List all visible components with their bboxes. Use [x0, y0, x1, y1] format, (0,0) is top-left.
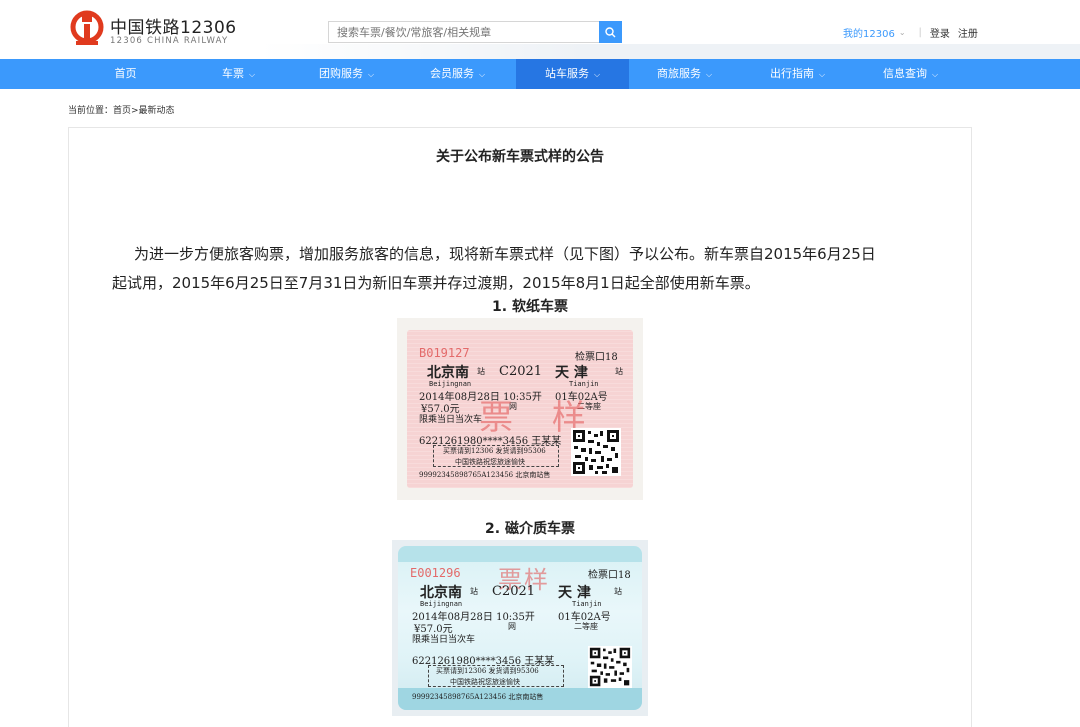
my-account-link[interactable]: 我的12306	[843, 25, 895, 40]
chevron-down-icon: ⌵	[593, 70, 601, 79]
nav-label: 站车服务	[544, 67, 589, 80]
ticket-seat-class: 二等座	[574, 622, 598, 631]
search-icon	[605, 26, 616, 37]
ticket-station-suffix: 站	[615, 367, 623, 376]
ticket-serial: B019127	[419, 346, 470, 360]
ticket-station-suffix: 站	[614, 587, 622, 596]
ticket-serial: E001296	[410, 566, 461, 580]
ticket-limit: 限乘当日当次车	[412, 635, 476, 645]
nav-label: 商旅服务	[656, 67, 701, 80]
qr-code-icon	[571, 428, 621, 476]
paper-ticket: B019127 检票口18 北京南 站 C2021 天 津 站 Beijingn…	[407, 330, 633, 488]
ticket-to-pinyin: Tianjin	[572, 600, 602, 608]
search-button[interactable]	[599, 21, 622, 43]
search-input[interactable]	[328, 21, 600, 43]
site-header: 中国铁路12306 12306 CHINA RAILWAY 我的12306 ⌄ …	[0, 0, 1080, 59]
paper-ticket-image: B019127 检票口18 北京南 站 C2021 天 津 站 Beijingn…	[397, 318, 643, 500]
chevron-down-icon[interactable]: ⌄	[899, 28, 906, 37]
ticket-train: C2021	[492, 584, 536, 599]
main-nav: 首页 车票 ⌵ 团购服务 ⌵ 会员服务 ⌵ 站车服务 ⌵ 商旅服务 ⌵ 出行指南 ⌵ 信息查…	[0, 59, 1080, 89]
ticket-notice: 买票请到12306 发货请到95306	[436, 667, 539, 675]
ticket-from-pinyin: Beijingnan	[420, 600, 463, 608]
ticket-to: 天 津	[555, 365, 588, 381]
chevron-down-icon: ⌵	[705, 70, 713, 79]
nav-item-home[interactable]: 首页	[69, 59, 182, 89]
ticket-from: 北京南	[427, 365, 469, 381]
caption-magnetic-ticket: 2. 磁介质车票	[485, 521, 575, 537]
ticket-gate: 检票口18	[575, 352, 618, 363]
nav-label: 会员服务	[429, 67, 474, 80]
top-links: 我的12306 ⌄ | 登录 注册	[843, 25, 978, 40]
nav-label: 信息查询	[882, 67, 927, 80]
ticket-limit: 限乘当日当次车	[419, 415, 483, 425]
nav-label: 首页	[114, 67, 137, 80]
nav-label: 团购服务	[318, 67, 363, 80]
qr-code-icon	[588, 646, 632, 688]
railway-logo-icon[interactable]	[68, 10, 106, 48]
nav-item-station[interactable]: 站车服务 ⌵	[516, 59, 629, 89]
chevron-down-icon: ⌵	[931, 70, 939, 79]
brand-name: 中国铁路12306	[110, 18, 237, 38]
paragraph-line: 为进一步方便旅客购票，增加服务旅客的信息，现将新车票式样（见下图）予以公布。新车…	[134, 245, 876, 263]
article-title: 关于公布新车票式样的公告	[436, 149, 604, 165]
nav-label: 车票	[221, 67, 244, 80]
breadcrumb: 当前位置：首页>最新动态	[68, 106, 175, 116]
nav-label: 出行指南	[769, 67, 814, 80]
login-link[interactable]: 登录	[930, 25, 950, 40]
ticket-train: C2021	[499, 364, 543, 379]
nav-item-query[interactable]: 信息查询 ⌵	[854, 59, 967, 89]
chevron-down-icon: ⌵	[367, 70, 375, 79]
paragraph-line: 起试用，2015年6月25日至7月31日为新旧车票并存过渡期，2015年8月1日…	[112, 274, 760, 292]
nav-item-business[interactable]: 商旅服务 ⌵	[628, 59, 741, 89]
chevron-down-icon: ⌵	[818, 70, 826, 79]
ticket-station-suffix: 站	[470, 587, 478, 596]
register-link[interactable]: 注册	[958, 25, 978, 40]
nav-item-guide[interactable]: 出行指南 ⌵	[741, 59, 854, 89]
ticket-notice: 中国铁路祝您旅途愉快	[455, 458, 525, 466]
ticket-from: 北京南	[420, 585, 462, 601]
ticket-notice: 买票请到12306 发货请到95306	[443, 447, 546, 455]
ticket-car-class: 网	[508, 622, 516, 631]
brand-english: 12306 CHINA RAILWAY	[110, 36, 229, 46]
article-body: 为进一步方便旅客购票，增加服务旅客的信息，现将新车票式样（见下图）予以公布。新车…	[112, 240, 932, 298]
nav-item-group[interactable]: 团购服务 ⌵	[290, 59, 403, 89]
ticket-station-suffix: 站	[477, 367, 485, 376]
caption-paper-ticket: 1. 软纸车票	[492, 299, 568, 315]
ticket-from-pinyin: Beijingnan	[429, 380, 472, 388]
ticket-notice: 中国铁路祝您旅途愉快	[450, 678, 520, 686]
magnetic-ticket-image: E001296 检票口18 票样 北京南 站 C2021 天 津 站 Beiji…	[392, 540, 648, 716]
nav-item-member[interactable]: 会员服务 ⌵	[401, 59, 514, 89]
divider: |	[918, 27, 922, 38]
chevron-down-icon: ⌵	[478, 70, 486, 79]
ticket-code: 99992345898765A123456 北京南站售	[419, 471, 551, 479]
header-decoration	[260, 44, 1080, 59]
chevron-down-icon: ⌵	[248, 70, 256, 79]
ticket-to-pinyin: Tianjin	[569, 380, 599, 388]
ticket-code: 99992345898765A123456 北京南站售	[412, 693, 544, 701]
ticket-gate: 检票口18	[588, 570, 631, 581]
ticket-to: 天 津	[558, 585, 591, 601]
magnetic-ticket: E001296 检票口18 票样 北京南 站 C2021 天 津 站 Beiji…	[398, 546, 642, 710]
nav-item-tickets[interactable]: 车票 ⌵	[182, 59, 295, 89]
